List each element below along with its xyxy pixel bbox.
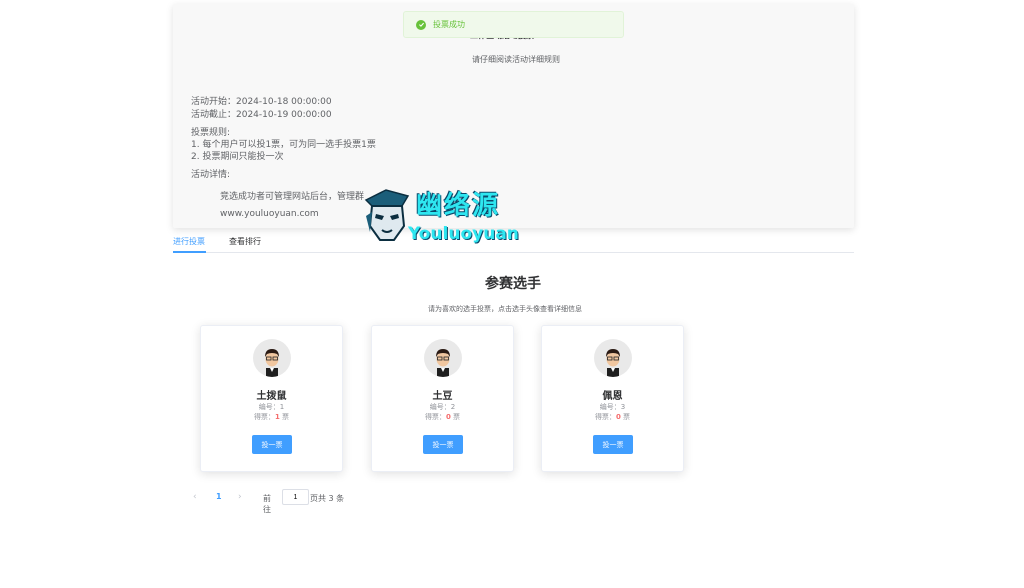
candidate-votes-row: 得票：0 票 (372, 412, 513, 422)
candidate-id-row: 编号：3 (542, 402, 683, 412)
person-avatar-icon (265, 349, 279, 377)
votes-label: 得票： (594, 413, 616, 421)
person-avatar-icon (436, 349, 450, 377)
toast-message: 投票成功 (433, 20, 465, 29)
votes-unit: 票 (282, 413, 290, 421)
candidate-avatar[interactable] (424, 339, 462, 377)
total-count: 页共 3 条 (310, 494, 345, 503)
check-circle-icon (416, 19, 426, 30)
candidate-name: 土豆 (432, 391, 453, 402)
vote-button[interactable]: 投一票 (423, 435, 463, 454)
votes-unit: 票 (453, 413, 461, 421)
candidate-id-row: 编号：1 (201, 402, 342, 412)
candidate-votes: 0 (445, 413, 451, 421)
vote-button[interactable]: 投一票 (252, 435, 292, 454)
watermark-title: 幽络源 (416, 191, 501, 221)
activity-start: 活动开始：2024-10-18 00:00:00 (191, 97, 332, 107)
next-page-icon[interactable]: › (238, 492, 242, 502)
id-label: 编号： (258, 403, 280, 411)
candidate-name: 佩恩 (602, 391, 623, 402)
candidate-card: 佩恩 编号：3 得票：0 票 投一票 (541, 325, 684, 472)
candidate-card: 土拨鼠 编号：1 得票：1 票 投一票 (200, 325, 343, 472)
activity-end: 活动截止：2024-10-19 00:00:00 (191, 110, 332, 120)
candidate-votes-row: 得票：0 票 (542, 412, 683, 422)
vote-button[interactable]: 投一票 (593, 435, 633, 454)
id-label: 编号： (599, 403, 621, 411)
detail-url: www.youluoyuan.com (220, 209, 319, 219)
activity-subtitle: 请仔细阅读活动详细规则 (472, 55, 560, 64)
tab-ranking[interactable]: 查看排行 (229, 236, 261, 247)
watermark-logo: 幽络源 Youluoyuan (362, 186, 537, 248)
detail-text: 竞选成功者可管理网站后台，管理群 (220, 192, 365, 202)
tab-vote[interactable]: 进行投票 (173, 236, 205, 247)
candidate-votes-row: 得票：1 票 (201, 412, 342, 422)
candidate-avatar[interactable] (594, 339, 632, 377)
candidate-id: 3 (620, 403, 626, 411)
candidate-id: 2 (450, 403, 456, 411)
section-hint: 请为喜欢的选手投票，点击选手头像查看详细信息 (428, 305, 582, 313)
detail-label: 活动详情: (191, 170, 231, 180)
candidate-id: 1 (279, 403, 285, 411)
id-label: 编号： (429, 403, 451, 411)
page-number[interactable]: 1 (216, 492, 222, 501)
goto-label: 前往 (263, 494, 271, 514)
rule-2: 2. 投票期间只能投一次 (191, 152, 284, 162)
watermark-subtitle: Youluoyuan (408, 224, 519, 244)
votes-label: 得票： (253, 413, 275, 421)
person-avatar-icon (606, 349, 620, 377)
hacker-mask-icon (364, 189, 410, 241)
candidate-card: 土豆 编号：2 得票：0 票 投一票 (371, 325, 514, 472)
votes-unit: 票 (623, 413, 631, 421)
prev-page-icon[interactable]: ‹ (193, 492, 197, 502)
candidate-id-row: 编号：2 (372, 402, 513, 412)
candidate-votes: 1 (274, 413, 280, 421)
candidate-name: 土拨鼠 (256, 391, 287, 402)
page-jump-input[interactable] (282, 489, 309, 505)
success-toast: 投票成功 (403, 11, 624, 38)
candidate-avatar[interactable] (253, 339, 291, 377)
active-tab-indicator (173, 251, 206, 253)
votes-label: 得票： (424, 413, 446, 421)
candidate-votes: 0 (615, 413, 621, 421)
section-title: 参赛选手 (485, 276, 541, 292)
